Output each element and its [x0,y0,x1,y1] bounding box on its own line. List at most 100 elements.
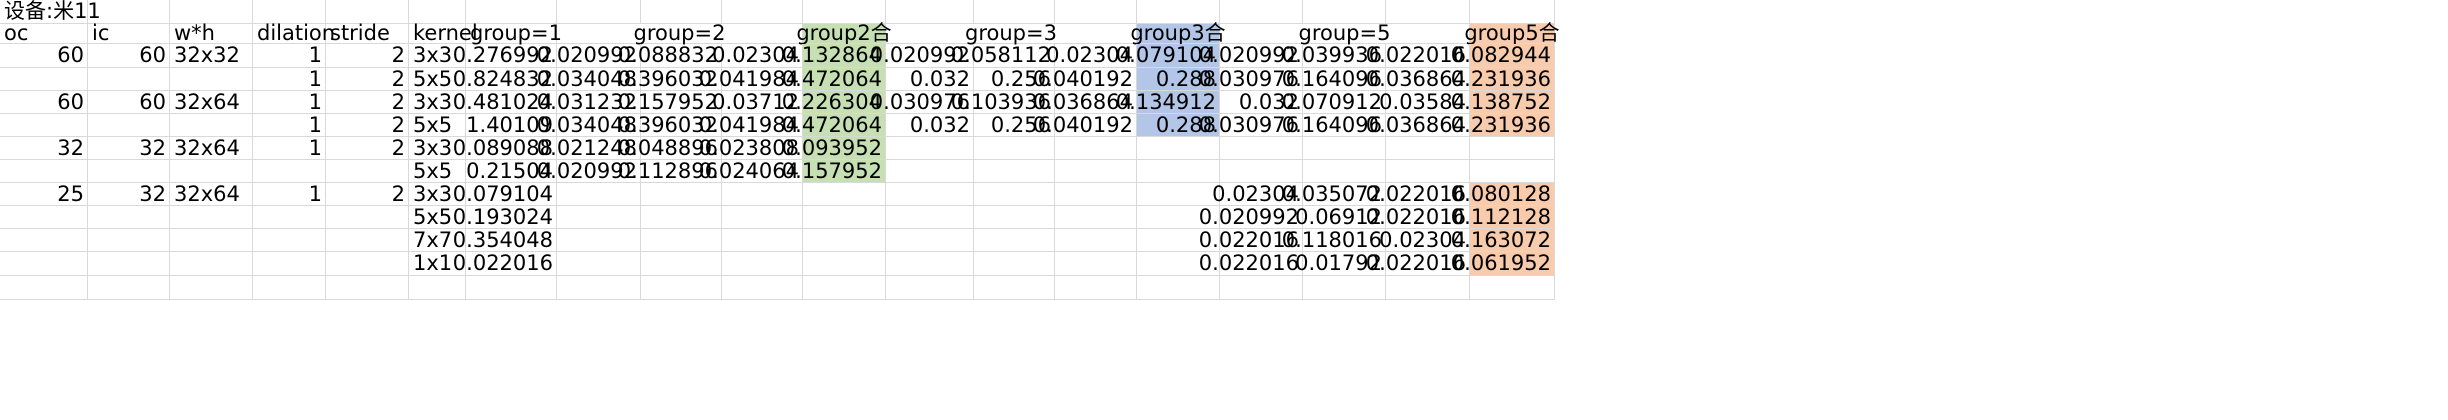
data-cell[interactable] [803,229,886,252]
data-cell[interactable] [1137,137,1220,160]
data-cell[interactable]: 2 [326,137,409,160]
data-cell[interactable]: 1 [253,114,326,137]
data-cell[interactable] [974,137,1055,160]
empty-cell[interactable] [722,0,803,24]
data-cell[interactable]: 0.138752 [1451,91,1555,114]
data-cell[interactable] [557,252,641,276]
data-cell[interactable]: 0.020992 [1199,206,1303,229]
data-cell[interactable]: 2 [326,68,409,91]
data-cell[interactable] [722,229,803,252]
data-cell[interactable]: 0.163072 [1451,229,1555,252]
data-cell[interactable] [722,206,803,229]
data-cell[interactable] [974,183,1055,206]
empty-cell[interactable] [326,276,409,300]
data-cell[interactable] [1303,160,1386,183]
data-cell[interactable]: 0.134912 [1116,91,1220,114]
header-group-3[interactable]: group=3 [886,23,1137,44]
data-cell[interactable] [974,229,1055,252]
data-cell[interactable] [974,252,1055,276]
data-cell[interactable]: 0.157952 [618,91,722,114]
data-cell[interactable]: 0.080128 [1451,183,1555,206]
data-cell[interactable] [326,206,409,229]
header-group3[interactable]: group3合 [1130,23,1226,44]
data-cell[interactable]: 0.032 [886,114,974,137]
data-cell[interactable] [641,229,722,252]
data-cell[interactable]: 0.157952 [782,160,886,183]
data-cell[interactable]: 0.032 [886,68,974,91]
data-cell[interactable] [1055,206,1137,229]
data-cell[interactable] [1055,252,1137,276]
empty-cell[interactable] [641,276,722,300]
header-stride[interactable]: stride [326,23,409,44]
data-cell[interactable] [170,206,253,229]
data-cell[interactable]: 0.022016 [1199,252,1303,276]
empty-cell[interactable] [974,276,1055,300]
data-cell[interactable]: 1 [253,91,326,114]
header-group-5[interactable]: group=5 [1220,23,1470,44]
data-cell[interactable]: 5x5 [409,114,466,137]
data-cell[interactable]: 0.082944 [1451,44,1555,68]
data-cell[interactable] [0,68,88,91]
data-cell[interactable] [1055,137,1137,160]
empty-cell[interactable] [170,276,253,300]
data-cell[interactable] [326,160,409,183]
header-group2[interactable]: group2合 [796,23,892,44]
data-cell[interactable]: 32x64 [170,183,253,206]
data-cell[interactable] [974,206,1055,229]
data-cell[interactable] [253,160,326,183]
data-cell[interactable]: 0.354048 [453,229,557,252]
data-cell[interactable]: 1 [253,68,326,91]
data-cell[interactable]: 0.193024 [453,206,557,229]
data-cell[interactable] [0,206,88,229]
data-cell[interactable] [0,114,88,137]
empty-cell[interactable] [1303,276,1386,300]
data-cell[interactable]: 0.058112 [951,44,1055,68]
data-cell[interactable] [170,252,253,276]
data-cell[interactable]: 25 [0,183,88,206]
data-cell[interactable]: 0.070912 [1282,91,1386,114]
data-cell[interactable] [170,68,253,91]
data-cell[interactable] [803,206,886,229]
data-cell[interactable] [803,183,886,206]
data-cell[interactable] [1055,183,1137,206]
empty-cell[interactable] [1137,276,1220,300]
empty-cell[interactable] [1386,276,1470,300]
data-cell[interactable]: 2 [326,114,409,137]
empty-cell[interactable] [803,276,886,300]
header-ic[interactable]: ic [88,23,170,44]
data-cell[interactable] [88,68,170,91]
data-cell[interactable] [886,137,974,160]
data-cell[interactable] [1137,183,1220,206]
data-cell[interactable]: 0.231936 [1451,114,1555,137]
empty-cell[interactable] [253,276,326,300]
empty-cell[interactable] [1220,0,1303,24]
data-cell[interactable]: 32x64 [170,91,253,114]
data-cell[interactable] [886,160,974,183]
data-cell[interactable]: 2 [326,183,409,206]
data-cell[interactable] [88,252,170,276]
data-cell[interactable] [170,229,253,252]
data-cell[interactable] [886,229,974,252]
empty-cell[interactable] [886,276,974,300]
data-cell[interactable]: 0.112128 [1451,206,1555,229]
empty-cell[interactable] [557,276,641,300]
data-cell[interactable]: 5x5 [409,160,466,183]
data-cell[interactable]: 2 [326,44,409,68]
data-cell[interactable]: 0.040192 [1033,114,1137,137]
data-cell[interactable] [1220,160,1303,183]
data-cell[interactable]: 60 [88,91,170,114]
data-cell[interactable] [170,160,253,183]
data-cell[interactable] [557,229,641,252]
data-cell[interactable] [88,160,170,183]
header-kernel[interactable]: kernel [409,23,478,44]
data-cell[interactable] [1055,160,1137,183]
data-cell[interactable]: 0.472064 [782,114,886,137]
empty-cell[interactable] [409,276,466,300]
empty-cell[interactable] [1055,276,1137,300]
data-cell[interactable] [557,183,641,206]
data-cell[interactable] [253,206,326,229]
data-cell[interactable] [88,114,170,137]
empty-cell[interactable] [88,276,170,300]
header-group-1[interactable]: group=1 [466,23,562,44]
data-cell[interactable] [886,183,974,206]
